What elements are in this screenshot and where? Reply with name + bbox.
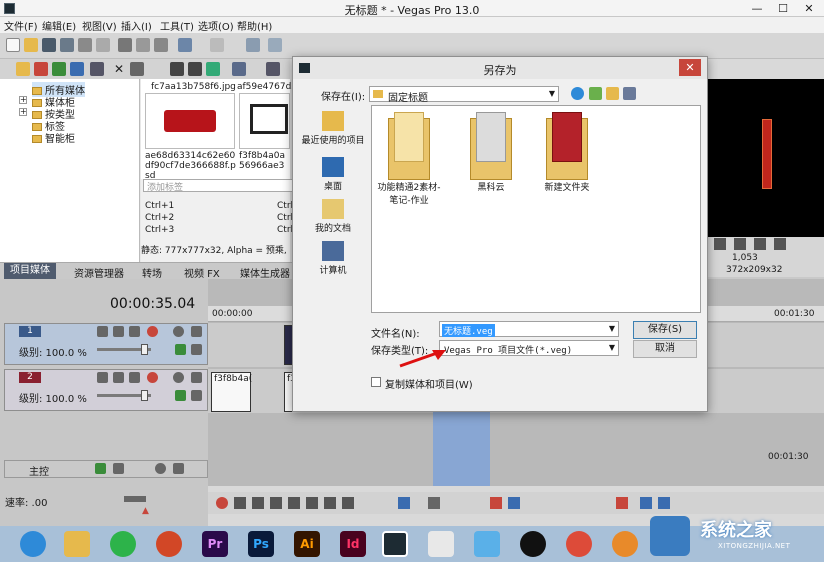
annotation-arrow <box>399 350 446 368</box>
